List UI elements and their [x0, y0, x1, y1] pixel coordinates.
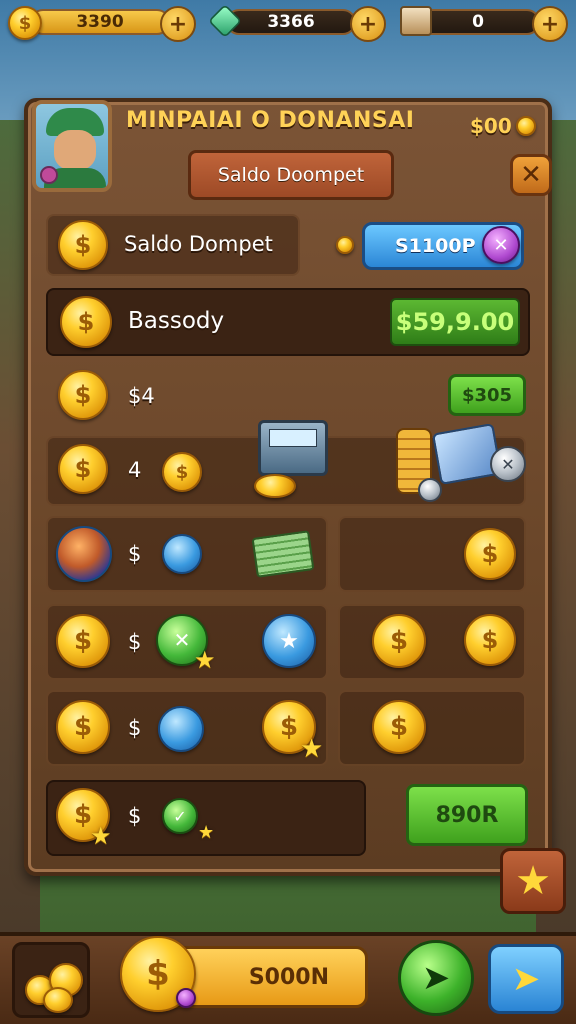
player-avatar[interactable]: [32, 100, 112, 192]
balance-label: Bassody: [128, 308, 225, 334]
blue-navigation-button[interactable]: ➤: [488, 944, 564, 1014]
star-icon: ★: [194, 646, 216, 674]
row8-buy-button[interactable]: 890R: [406, 784, 528, 846]
coin-icon[interactable]: $: [464, 528, 516, 580]
green-gem-icon[interactable]: ✓: [162, 798, 198, 834]
close-button[interactable]: ✕: [510, 154, 552, 196]
gold-resource: 3390 $ +: [8, 6, 198, 42]
add-gold-button[interactable]: +: [160, 6, 196, 42]
title-amount-value: $00: [470, 114, 512, 138]
cash-bundle-icon[interactable]: [251, 530, 315, 578]
saldo-label: Saldo Dompet: [124, 232, 273, 256]
silver-coin-icon: ✕: [490, 446, 526, 482]
small-coin-icon: [336, 236, 354, 254]
crate-amount: 0: [416, 9, 540, 35]
tab-saldo-doompet[interactable]: Saldo Doompet: [188, 150, 394, 200]
row5-label: $: [128, 542, 142, 566]
gem-amount: 3366: [226, 9, 356, 35]
panel-title-amount: $00: [470, 112, 544, 140]
coin-icon: $: [58, 370, 108, 420]
title-coin-icon: [515, 116, 536, 136]
coin-icon[interactable]: $: [372, 700, 426, 754]
coin-icon: $: [56, 700, 110, 754]
balance-value: $59,9.00: [390, 298, 520, 346]
arrow-icon: ➤: [421, 958, 451, 998]
star-icon: ★: [90, 822, 112, 850]
coin-icon: $: [60, 296, 112, 348]
saldo-button-label: S1100P: [395, 235, 476, 257]
coin-icon: $: [162, 452, 202, 492]
panel-title: MINPAIAI O DONANSAI: [126, 108, 415, 133]
avatar-face: [54, 130, 96, 170]
coin-pile-icon: [254, 474, 296, 498]
register-screen: [269, 429, 317, 447]
purple-gem-icon: ✕: [482, 226, 520, 264]
silver-coin-icon: [418, 478, 442, 502]
navigation-arrow-icon: ➤: [511, 959, 541, 999]
avatar-badge-icon: [40, 166, 58, 184]
star-icon: ★: [198, 822, 215, 843]
cash-register-icon[interactable]: [258, 420, 328, 476]
badge-emblem-icon: [56, 526, 112, 582]
crate-icon: [400, 6, 432, 36]
row7-label: $: [128, 716, 142, 740]
row3-label: $4: [128, 384, 155, 408]
coin-icon[interactable]: $: [372, 614, 426, 668]
resource-bar: 3390 $ + 3366 + 0 +: [0, 0, 576, 44]
coin-icon: $: [58, 444, 108, 494]
green-arrow-button[interactable]: ➤: [398, 940, 474, 1016]
row4-label: 4: [128, 458, 142, 482]
pink-gem-icon: [176, 988, 196, 1008]
coin-icon[interactable]: $: [464, 614, 516, 666]
blue-gem-icon[interactable]: [162, 534, 202, 574]
gold-amount: 3390: [30, 9, 170, 35]
blue-gem-icon[interactable]: ★: [262, 614, 316, 668]
blue-gem-icon[interactable]: [158, 706, 204, 752]
list-item: [338, 690, 526, 766]
add-gem-button[interactable]: +: [350, 6, 386, 42]
row6-label: $: [128, 630, 142, 654]
favorite-star-button[interactable]: ★: [500, 848, 566, 914]
coin-icon: $: [58, 220, 108, 270]
coin-icon: [43, 987, 73, 1013]
row3-price-button[interactable]: $305: [448, 374, 526, 416]
star-icon: ★: [300, 734, 324, 764]
gem-resource: 3366 +: [208, 4, 388, 42]
coin-pile-button[interactable]: [12, 942, 90, 1018]
row8-label: $: [128, 804, 142, 828]
add-crate-button[interactable]: +: [532, 6, 568, 42]
coin-icon: $: [56, 614, 110, 668]
crate-resource: 0 +: [400, 6, 570, 42]
gold-coin-icon: $: [8, 6, 42, 40]
